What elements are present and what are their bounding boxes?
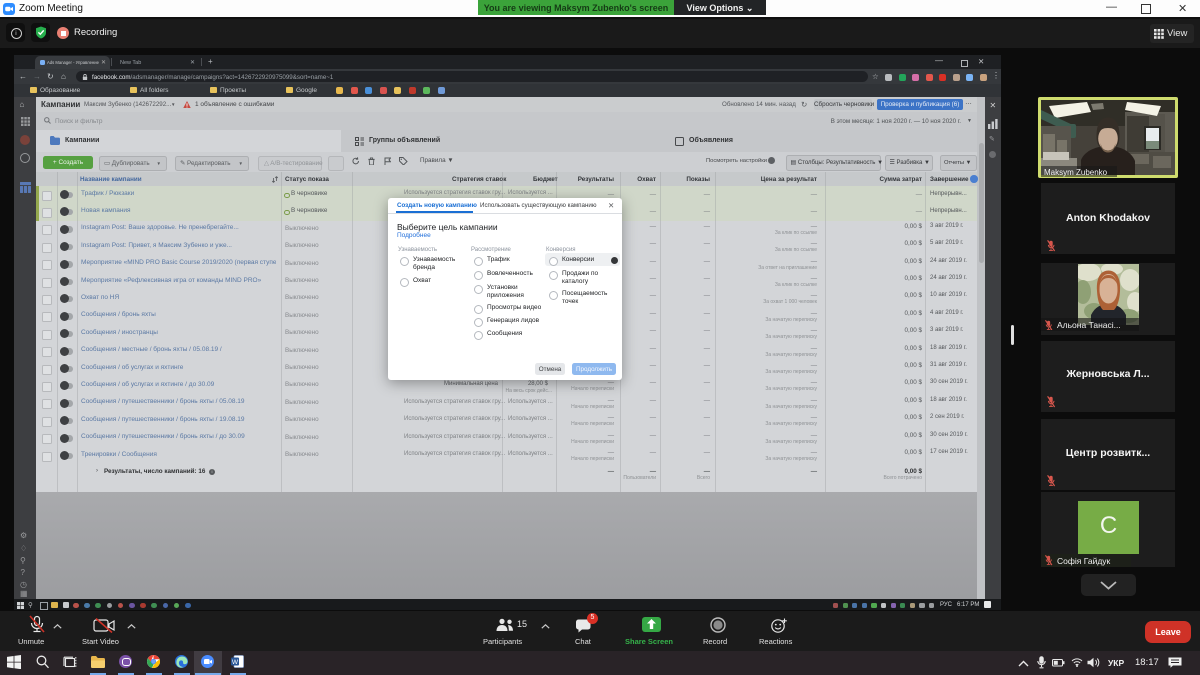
svg-text:W: W [232, 659, 239, 666]
